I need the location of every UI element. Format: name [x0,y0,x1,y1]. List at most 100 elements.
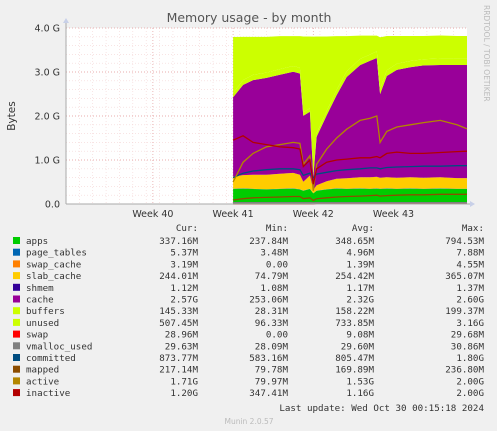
legend-header: Max: [462,223,484,234]
legend-swatch-swap-cache [13,260,20,268]
x-tick-label: Week 42 [293,209,334,220]
legend-avg-apps: 348.65M [335,236,374,247]
stacked-areas [233,35,467,204]
legend-swatch-vmalloc-used [13,342,20,350]
legend-avg-unused: 733.85M [335,318,374,329]
legend-min-swap-cache: 0.00 [266,259,288,270]
x-tick-label: Week 43 [373,209,414,220]
legend-cur-inactive: 1.20G [170,388,198,399]
legend-min-mapped: 79.78M [255,365,289,376]
legend-cur-slab-cache: 244.01M [159,271,198,282]
legend-max-swap-cache: 4.55M [456,259,484,270]
legend-min-swap: 0.00 [266,330,288,341]
legend-swatch-cache [13,295,20,303]
legend-swatch-slab-cache [13,272,20,280]
legend-name-shmem: shmem [26,283,54,294]
legend-avg-cache: 2.32G [346,295,374,306]
legend-cur-unused: 507.45M [159,318,198,329]
legend-max-committed: 1.80G [456,353,484,364]
legend-min-buffers: 28.31M [255,306,289,317]
legend-max-swap: 29.68M [451,330,485,341]
legend-avg-buffers: 158.22M [335,306,374,317]
legend: Cur: Min: Avg: Max: apps 337.16M 237.84M 348.65… [13,223,484,399]
legend-min-inactive: 347.41M [249,388,288,399]
y-tick-label: 0.0 [45,200,60,211]
x-tick-label: Week 41 [213,209,254,220]
legend-cur-committed: 873.77M [159,353,198,364]
legend-cur-cache: 2.57G [170,295,198,306]
munin-version: Munin 2.0.57 [224,417,273,426]
legend-min-apps: 237.84M [249,236,288,247]
legend-min-slab-cache: 74.79M [255,271,289,282]
legend-header: Cur: [176,223,198,234]
y-axis-arrow [63,18,69,23]
legend-name-active: active [26,376,59,387]
legend-max-cache: 2.60G [456,295,484,306]
legend-min-committed: 583.16M [249,353,288,364]
legend-swatch-apps [13,237,20,244]
legend-name-committed: committed [26,353,76,364]
legend-name-cache: cache [26,295,54,306]
legend-swatch-active [13,377,20,385]
legend-avg-inactive: 1.16G [346,388,374,399]
legend-swatch-shmem [13,283,20,291]
legend-min-cache: 253.06M [249,295,288,306]
legend-min-unused: 96.33M [255,318,289,329]
legend-avg-mapped: 169.89M [335,365,374,376]
legend-name-page-tables: page_tables [26,248,87,259]
legend-cur-vmalloc-used: 29.63M [165,341,199,352]
legend-cur-mapped: 217.14M [159,365,198,376]
legend-name-unused: unused [26,318,59,329]
legend-name-swap-cache: swap_cache [26,259,81,270]
legend-min-vmalloc-used: 28.09M [255,341,289,352]
legend-max-inactive: 2.00G [456,388,484,399]
legend-max-unused: 3.16G [456,318,484,329]
legend-avg-page-tables: 4.96M [346,248,374,259]
legend-min-shmem: 1.08M [260,283,288,294]
legend-max-shmem: 1.37M [456,283,484,294]
legend-header: Avg: [352,223,374,234]
legend-name-vmalloc-used: vmalloc_used [26,341,92,352]
legend-cur-swap: 28.96M [165,330,199,341]
legend-name-swap: swap [26,330,48,341]
legend-header: Min: [266,223,288,234]
legend-max-slab-cache: 365.07M [445,271,484,282]
legend-cur-swap-cache: 3.19M [170,259,198,270]
legend-avg-slab-cache: 254.42M [335,271,374,282]
legend-name-slab-cache: slab_cache [26,271,81,282]
legend-swatch-mapped [13,365,20,373]
legend-swatch-swap [13,330,20,338]
legend-max-active: 2.00G [456,376,484,387]
legend-avg-shmem: 1.17M [346,283,374,294]
y-tick-label: 4.0 G [35,24,61,35]
last-update: Last update: Wed Oct 30 00:15:18 2024 [279,403,484,414]
legend-min-active: 79.97M [255,376,289,387]
legend-swatch-committed [13,354,20,361]
legend-avg-active: 1.53G [346,376,374,387]
legend-max-mapped: 236.80M [445,365,484,376]
legend-cur-buffers: 145.33M [159,306,198,317]
legend-cur-page-tables: 5.37M [170,248,198,259]
legend-avg-committed: 805.47M [335,353,374,364]
legend-name-buffers: buffers [26,306,65,317]
legend-max-buffers: 199.37M [445,306,484,317]
chart-title: Memory usage - by month [167,10,332,25]
legend-swatch-buffers [13,307,20,315]
memory-usage-chart: Memory usage - by month RRDTOOL / TOBI O… [6,5,491,426]
legend-avg-vmalloc-used: 29.60M [341,341,375,352]
y-tick-label: 2.0 G [35,112,61,123]
y-tick-label: 1.0 G [35,156,61,167]
y-axis-label: Bytes [6,101,18,130]
legend-avg-swap-cache: 1.39M [346,259,374,270]
x-axis-arrow [470,201,475,207]
side-label: RRDTOOL / TOBI OETIKER [482,5,491,102]
legend-max-vmalloc-used: 30.86M [451,341,485,352]
legend-swatch-unused [13,318,20,326]
legend-cur-shmem: 1.12M [170,283,198,294]
y-tick-label: 3.0 G [35,68,61,79]
x-tick-label: Week 40 [132,209,173,220]
legend-min-page-tables: 3.48M [260,248,288,259]
legend-swatch-inactive [13,389,20,397]
legend-max-apps: 794.53M [445,236,484,247]
legend-max-page-tables: 7.88M [456,248,484,259]
